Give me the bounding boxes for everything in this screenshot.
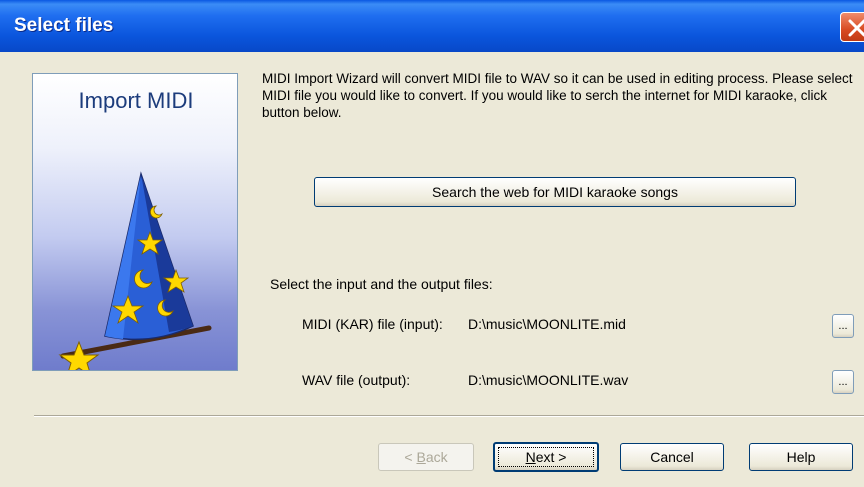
- wizard-description: MIDI Import Wizard will convert MIDI fil…: [262, 71, 853, 120]
- focus-rectangle: [498, 447, 594, 467]
- back-button[interactable]: < Back: [378, 443, 474, 471]
- close-icon: [848, 19, 864, 37]
- back-button-label: ack: [425, 449, 448, 465]
- output-file-path: D:\music\MOONLITE.wav: [468, 372, 629, 388]
- browse-input-button[interactable]: ...: [832, 314, 854, 338]
- next-button[interactable]: Next >: [493, 442, 599, 472]
- separator: [34, 415, 864, 417]
- input-file-label: MIDI (KAR) file (input):: [302, 316, 443, 332]
- wizard-hat-icon: [58, 171, 212, 370]
- output-file-label: WAV file (output):: [302, 372, 411, 388]
- close-button[interactable]: [840, 12, 864, 42]
- help-button[interactable]: Help: [749, 443, 853, 471]
- back-button-prefix: <: [404, 449, 417, 465]
- wizard-banner: Import MIDI: [32, 73, 238, 371]
- cancel-button[interactable]: Cancel: [620, 443, 724, 471]
- files-heading: Select the input and the output files:: [270, 276, 493, 292]
- search-web-button[interactable]: Search the web for MIDI karaoke songs: [314, 177, 796, 207]
- browse-output-button[interactable]: ...: [832, 370, 854, 394]
- input-file-path: D:\music\MOONLITE.mid: [468, 316, 626, 332]
- window-title: Select files: [14, 15, 114, 36]
- title-bar[interactable]: Select files: [0, 0, 864, 52]
- back-button-accesskey: B: [416, 449, 426, 465]
- dialog-window: Select files Import MIDI MIDI Import Wiz…: [0, 0, 864, 487]
